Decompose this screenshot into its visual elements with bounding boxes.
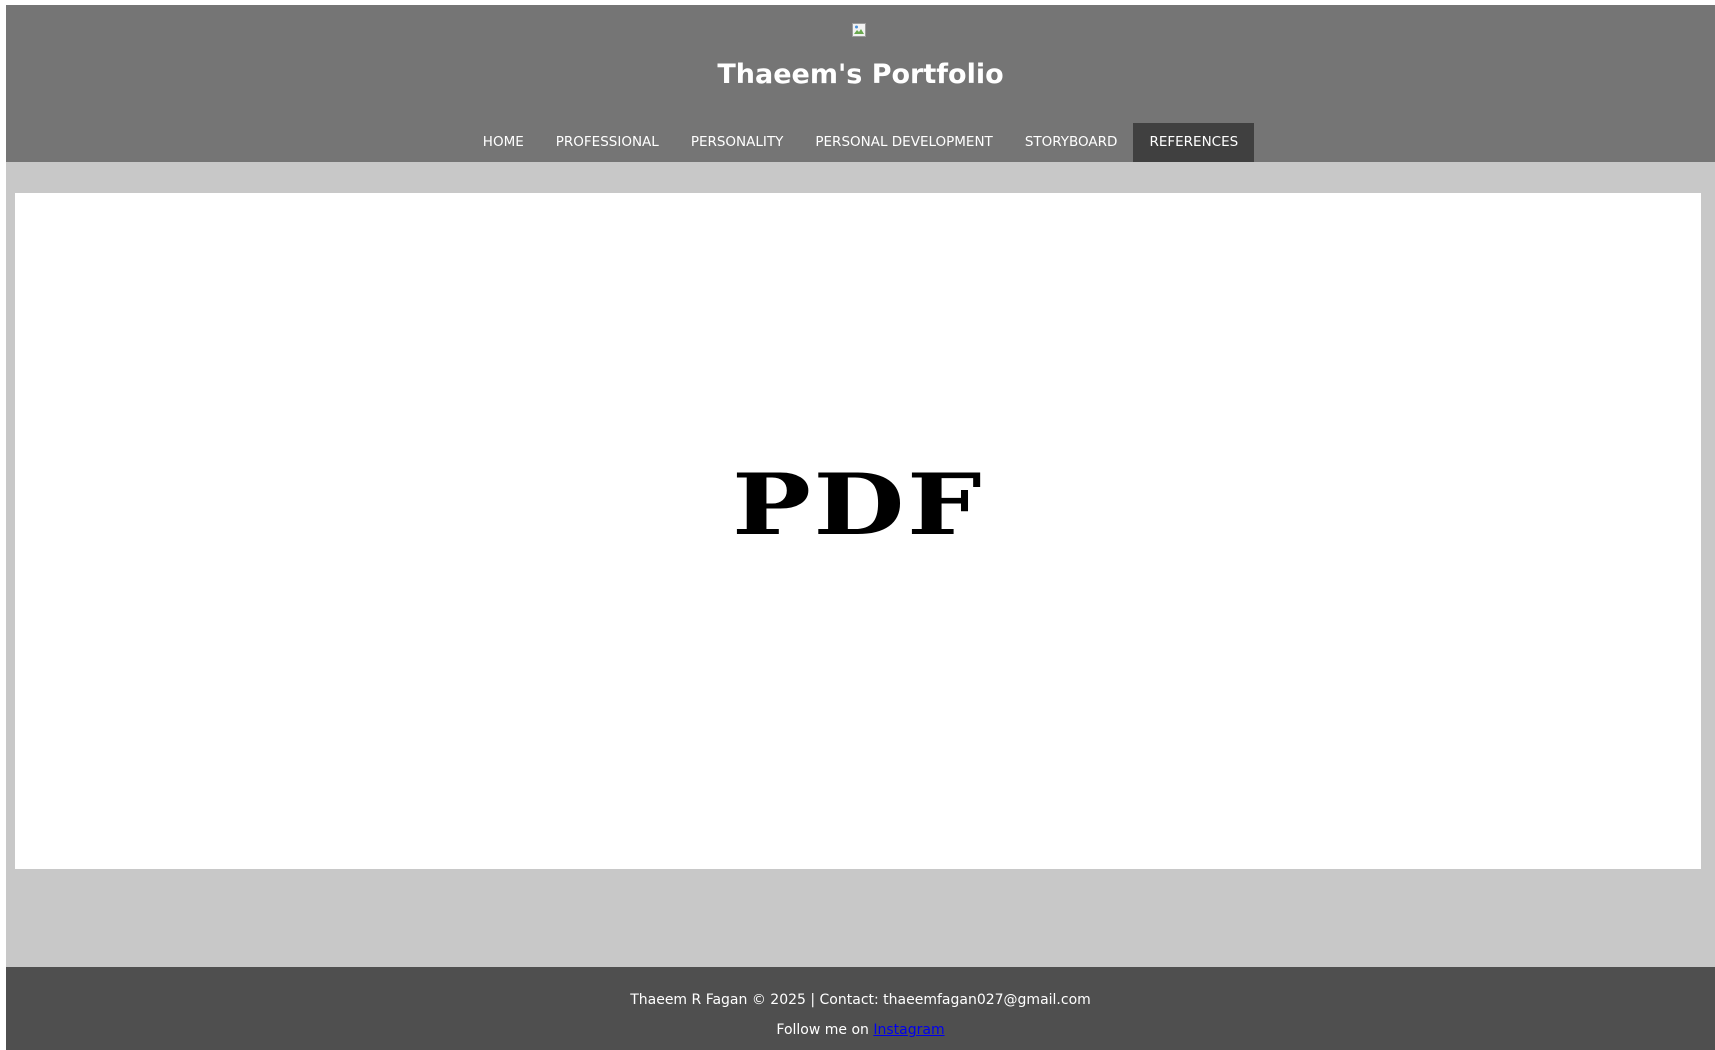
site-footer: Thaeem R Fagan © 2025 | Contact: thaeemf… xyxy=(6,967,1715,1050)
site-header: Thaeem's Portfolio HOME PROFESSIONAL PER… xyxy=(6,5,1715,162)
main-nav: HOME PROFESSIONAL PERSONALITY PERSONAL D… xyxy=(6,123,1715,162)
footer-follow: Follow me on Instagram xyxy=(6,1021,1715,1039)
nav-item-personality[interactable]: PERSONALITY xyxy=(675,123,800,162)
footer-copyright: Thaeem R Fagan © 2025 | Contact: thaeemf… xyxy=(630,992,1091,1008)
pdf-label: PDF xyxy=(731,455,985,554)
broken-image-icon xyxy=(852,22,866,37)
instagram-link[interactable]: Instagram xyxy=(873,1022,944,1038)
pdf-embed-frame[interactable]: PDF xyxy=(15,193,1701,869)
nav-item-professional[interactable]: PROFESSIONAL xyxy=(540,123,675,162)
nav-item-home[interactable]: HOME xyxy=(467,123,540,162)
nav-item-storyboard[interactable]: STORYBOARD xyxy=(1009,123,1134,162)
nav-item-personal-development[interactable]: PERSONAL DEVELOPMENT xyxy=(799,123,1008,162)
follow-text: Follow me on xyxy=(776,1022,869,1038)
page: Thaeem's Portfolio HOME PROFESSIONAL PER… xyxy=(6,5,1715,1050)
nav-item-references[interactable]: REFERENCES xyxy=(1133,123,1255,162)
site-title: Thaeem's Portfolio xyxy=(717,59,1004,90)
